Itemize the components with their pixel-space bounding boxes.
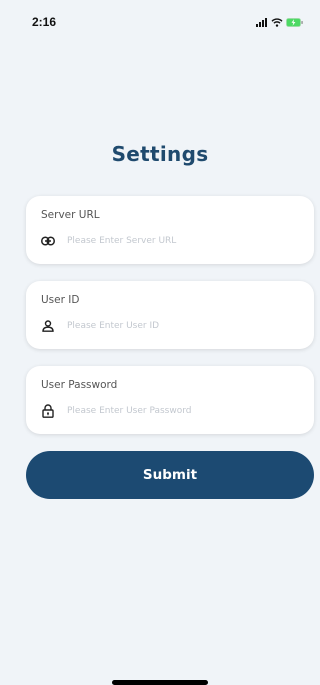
server-url-card: Server URL — [26, 196, 314, 264]
link-icon — [41, 234, 55, 248]
server-url-row — [41, 234, 300, 248]
status-bar: 2:16 — [0, 0, 320, 44]
user-password-label: User Password — [41, 379, 118, 391]
server-url-input[interactable] — [67, 236, 300, 246]
lock-icon — [41, 404, 55, 418]
user-id-input[interactable] — [67, 321, 300, 331]
user-id-row — [41, 319, 300, 333]
user-password-input[interactable] — [67, 406, 300, 416]
settings-screen: 2:16 Settings Server URL Please Enter Se… — [0, 0, 320, 685]
status-time: 2:16 — [32, 15, 57, 29]
user-icon — [41, 319, 55, 333]
battery-charging-icon — [286, 17, 304, 27]
home-indicator — [112, 680, 208, 685]
wifi-icon — [271, 17, 283, 27]
user-id-card: User ID — [26, 281, 314, 349]
user-password-row — [41, 404, 300, 418]
server-url-label: Server URL — [41, 209, 100, 221]
status-icons — [256, 17, 304, 27]
page-title: Settings — [111, 142, 209, 166]
user-id-label: User ID — [41, 294, 80, 306]
user-password-card: User Password — [26, 366, 314, 434]
submit-button[interactable]: Submit — [26, 451, 314, 499]
signal-icon — [256, 17, 268, 27]
